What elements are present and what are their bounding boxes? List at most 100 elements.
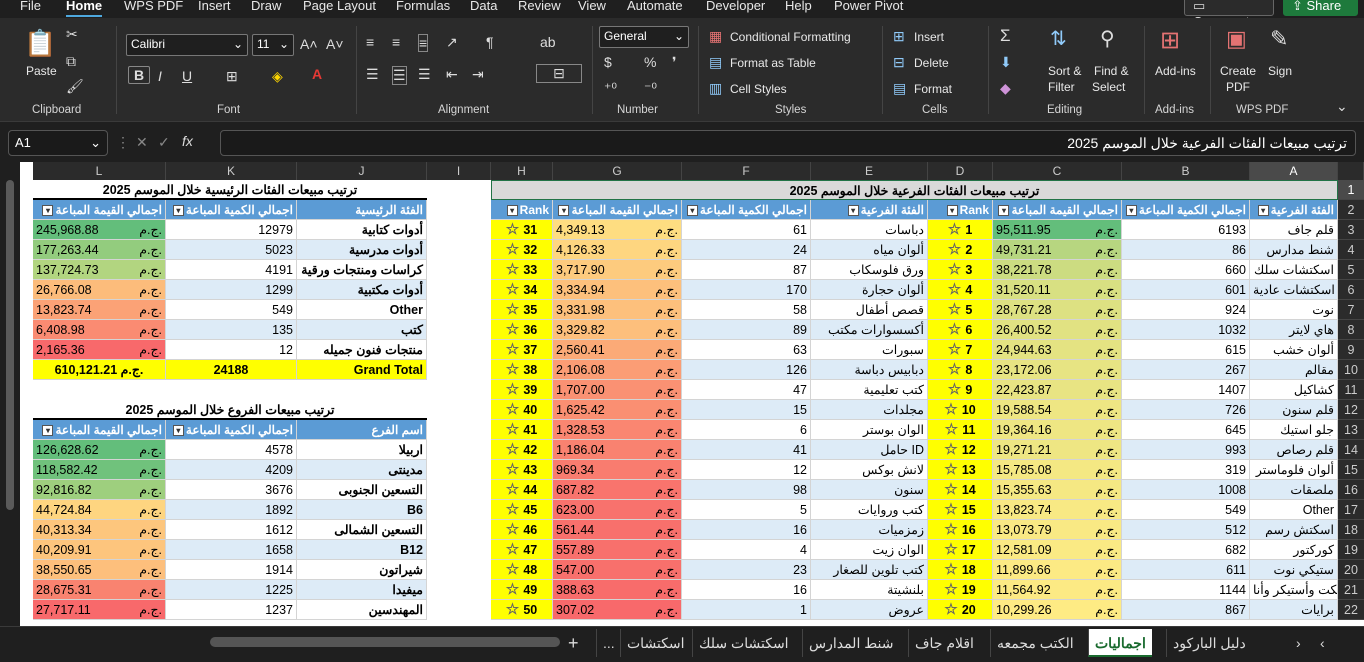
cat_table-name-cell[interactable]: كتب [297,320,427,340]
quantity-cell[interactable]: 89 [682,320,811,340]
branch_table-value-cell[interactable]: 126,628.62 ج.م. [33,440,166,460]
column-header-f[interactable]: F [682,162,811,180]
rank-cell[interactable]: ☆ 18 [928,560,993,580]
rank-cell[interactable]: ☆ 46 [491,520,553,540]
cat_table-value-cell[interactable]: 26,766.08 ج.م. [33,280,166,300]
bold-icon[interactable]: B [128,66,150,84]
rank-cell[interactable]: ☆ 7 [928,340,993,360]
branch_table-quantity-cell[interactable]: 1892 [166,500,297,520]
sub-category-cell[interactable]: دبابيس دباسة [811,360,928,380]
decrease-indent-icon[interactable]: ⇤ [446,66,458,83]
currency-icon[interactable]: $ [604,54,612,70]
rank-cell[interactable]: ☆ 16 [928,520,993,540]
quantity-cell[interactable]: 98 [682,480,811,500]
value-cell[interactable]: 3,717.90 ج.م. [553,260,682,280]
rank-cell[interactable]: ☆ 5 [928,300,993,320]
sub-category-cell[interactable]: قلم سنون [1250,400,1338,420]
row-header-3[interactable]: 3 [1338,220,1364,240]
menu-file[interactable]: File [20,0,41,13]
branch_table-quantity-cell[interactable]: 4209 [166,460,297,480]
value-cell[interactable]: 3,331.98 ج.م. [553,300,682,320]
sub-category-cell[interactable]: جلو استيك [1250,420,1338,440]
menu-help[interactable]: Help [785,0,812,13]
filter-dropdown-icon[interactable]: ▾ [1125,205,1137,217]
sub-category-cell[interactable]: بلنشيتة [811,580,928,600]
quantity-cell[interactable]: 726 [1122,400,1250,420]
column-header-e[interactable]: E [811,162,928,180]
sub-category-cell[interactable]: كتب وروايات [811,500,928,520]
branch_table-value-cell[interactable]: 27,717.11 ج.م. [33,600,166,620]
rank-cell[interactable]: ☆ 41 [491,420,553,440]
main-header-f[interactable]: اجمالي الكمية المباعة▾ [682,200,811,220]
quantity-cell[interactable]: 12 [682,460,811,480]
sort-filter-button[interactable]: Sort & [1048,64,1081,78]
number-format-select[interactable]: General ⌄ [599,26,689,48]
quantity-cell[interactable]: 41 [682,440,811,460]
menu-page-layout[interactable]: Page Layout [303,0,376,13]
cat_table-quantity-cell[interactable]: 549 [166,300,297,320]
font-size-select[interactable]: 11 ⌄ [252,34,294,56]
quantity-cell[interactable]: 16 [682,520,811,540]
quantity-cell[interactable]: 645 [1122,420,1250,440]
branch_table-quantity-cell[interactable]: 4578 [166,440,297,460]
addins-button[interactable]: Add-ins [1155,64,1196,78]
rank-cell[interactable]: ☆ 9 [928,380,993,400]
value-cell[interactable]: 1,186.04 ج.م. [553,440,682,460]
enter-icon[interactable]: ✓ [158,134,170,151]
cat_table-name-cell[interactable]: منتجات فنون جميله [297,340,427,360]
sub-category-cell[interactable]: ورق فلوسكاب [811,260,928,280]
row-header-7[interactable]: 7 [1338,300,1364,320]
sub-category-cell[interactable]: مجلدات [811,400,928,420]
value-cell[interactable]: 2,106.08 ج.م. [553,360,682,380]
add-sheet-icon[interactable]: + [568,633,579,654]
value-cell[interactable]: 388.63 ج.م. [553,580,682,600]
sub-category-cell[interactable]: ستيكي نوت [1250,560,1338,580]
value-cell[interactable]: 13,073.79 ج.م. [993,520,1122,540]
menu-developer[interactable]: Developer [706,0,765,13]
rank-cell[interactable]: ☆ 15 [928,500,993,520]
tab-pens[interactable]: اقلام جاف [908,629,980,657]
menu-power-pivot[interactable]: Power Pivot [834,0,903,13]
row-header-10[interactable]: 10 [1338,360,1364,380]
tab-barcode-guide[interactable]: دليل الباركود [1166,629,1252,657]
value-cell[interactable]: 547.00 ج.م. [553,560,682,580]
sign-button[interactable]: Sign [1268,64,1292,78]
filter-dropdown-icon[interactable]: ▾ [172,425,184,437]
branch_table-value-cell[interactable]: 38,550.65 ج.م. [33,560,166,580]
find-select-button[interactable]: Find & [1094,64,1129,78]
value-cell[interactable]: 3,329.82 ج.م. [553,320,682,340]
value-cell[interactable]: 4,126.33 ج.م. [553,240,682,260]
wrap-text-icon[interactable]: ab [540,34,556,50]
branch_table-value-cell[interactable]: 44,724.84 ج.م. [33,500,166,520]
menu-automate[interactable]: Automate [627,0,683,13]
branch_table-header-j[interactable]: اسم الفرع [297,420,427,440]
column-header-i[interactable]: I [427,162,491,180]
sub-category-cell[interactable]: سبورات [811,340,928,360]
branch_table-name-cell[interactable]: المهندسين [297,600,427,620]
delete-cells-button[interactable]: Delete [914,56,949,70]
branch_table-quantity-cell[interactable]: 1225 [166,580,297,600]
branch_table-quantity-cell[interactable]: 3676 [166,480,297,500]
sub-category-cell[interactable]: ملصقات [1250,480,1338,500]
cat_table-value-cell[interactable]: 6,408.98 ج.م. [33,320,166,340]
clear-icon[interactable]: ◆ [1000,80,1011,97]
main-header-g[interactable]: اجمالي القيمة المباعة▾ [553,200,682,220]
sub-category-cell[interactable]: زمزميات [811,520,928,540]
tab-totals[interactable]: اجماليات [1088,629,1152,657]
sub-category-cell[interactable]: اسكتشات سلك [1250,260,1338,280]
main-header-c[interactable]: اجمالي القيمة المباعة▾ [993,200,1122,220]
borders-icon[interactable]: ⊞ [226,68,238,85]
menu-home[interactable]: Home [66,0,103,17]
font-color-icon[interactable]: A [312,66,322,82]
cat_table-name-cell[interactable]: أدوات مكتبية [297,280,427,300]
branch_table-header-k[interactable]: اجمالي الكمية المباعة▾ [166,420,297,440]
rank-cell[interactable]: ☆ 34 [491,280,553,300]
scrollbar-thumb[interactable] [6,180,14,510]
cat_table-name-cell[interactable]: Other [297,300,427,320]
sub-category-cell[interactable]: قلم جاف [1250,220,1338,240]
branch_table-value-cell[interactable]: 40,209.91 ج.م. [33,540,166,560]
tab-more[interactable]: ... [596,629,621,657]
filter-dropdown-icon[interactable]: ▾ [42,205,54,217]
value-cell[interactable]: 19,364.16 ج.م. [993,420,1122,440]
branch_table-value-cell[interactable]: 40,313.34 ج.م. [33,520,166,540]
